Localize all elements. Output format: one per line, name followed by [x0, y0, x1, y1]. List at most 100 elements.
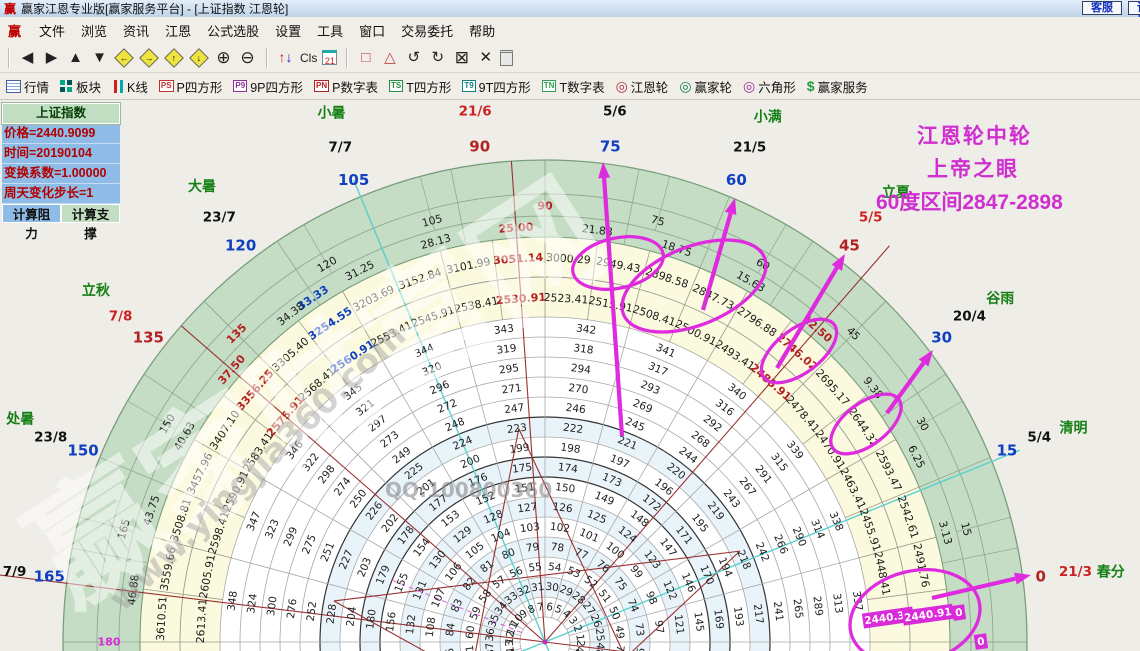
menu-item-9[interactable]: 帮助	[461, 18, 503, 43]
svg-text:55: 55	[528, 561, 543, 575]
rect-tool-icon[interactable]: □	[356, 50, 375, 65]
svg-text:60: 60	[726, 171, 747, 189]
rotate-cw-icon[interactable]: ↻	[428, 50, 447, 65]
boxed-x-icon[interactable]: ⊠	[452, 49, 471, 66]
kline-icon	[112, 79, 125, 93]
svg-text:23/7: 23/7	[203, 210, 236, 226]
ps-icon: PS	[158, 80, 174, 92]
menu-bar: 赢 文件 浏览 资讯 江恩 公式选股 设置 工具 窗口 交易委托 帮助	[0, 17, 1140, 44]
toolbar-button-9T四方形[interactable]: T9 9T四方形	[462, 77, 531, 96]
menu-item-7[interactable]: 窗口	[351, 18, 393, 43]
toolbar-button-板块[interactable]: 板块	[60, 77, 101, 96]
updown-arrows-icon[interactable]: ↑↓	[276, 50, 295, 65]
svg-text:105: 105	[338, 171, 369, 189]
svg-text:78: 78	[550, 541, 565, 555]
menu-item-1[interactable]: 浏览	[73, 18, 115, 43]
diamond-up-icon[interactable]: ↑	[164, 47, 184, 68]
svg-text:72: 72	[613, 644, 627, 651]
window-title: 赢家江恩专业版[赢家服务平台] - [上证指数 江恩轮]	[21, 2, 289, 16]
pn-icon: PN	[313, 80, 330, 92]
menu-item-2[interactable]: 资讯	[115, 18, 157, 43]
toolbar-button-label: T四方形	[406, 80, 452, 95]
toolbar-separator	[346, 47, 348, 68]
fit-view-icon[interactable]: ✕	[476, 50, 495, 65]
svg-text:135: 135	[133, 329, 164, 347]
svg-text:21/6: 21/6	[459, 104, 492, 120]
back-icon[interactable]: ◀	[18, 50, 37, 65]
p9-icon: P9	[233, 80, 248, 92]
toolbar-button-赢家服务[interactable]: $ 赢家服务	[807, 77, 868, 96]
menu-item-3[interactable]: 江恩	[157, 18, 199, 43]
toolbar-button-赢家轮[interactable]: ◎ 赢家轮	[679, 77, 732, 96]
annotation-line-2: 上帝之眼	[927, 158, 1019, 181]
toolbar-button-P四方形[interactable]: PS P四方形	[158, 77, 222, 96]
toolbar-button-label: 六角形	[758, 80, 796, 95]
svg-text:21/3: 21/3	[1059, 564, 1092, 580]
menu-item-4[interactable]: 公式选股	[199, 18, 267, 43]
toolbar-button-江恩轮[interactable]: ◎ 江恩轮	[616, 77, 669, 96]
rotate-ccw-icon[interactable]: ↺	[404, 50, 423, 65]
toolbar-button-行情[interactable]: 行情	[6, 77, 49, 96]
clear-tool-icon[interactable]	[500, 49, 514, 66]
quote-table-icon	[6, 79, 21, 93]
toolbar-button-label: 赢家轮	[694, 80, 733, 95]
diamond-left-icon[interactable]: ←	[114, 47, 134, 68]
pointer-down-icon[interactable]: ▼	[90, 50, 109, 65]
diamond-right-icon[interactable]: →	[139, 47, 159, 68]
pointer-up-icon[interactable]: ▲	[66, 50, 85, 65]
svg-text:21/5: 21/5	[733, 140, 766, 156]
svg-text:清明: 清明	[1059, 419, 1087, 436]
toolbar-separator	[266, 47, 267, 68]
svg-text:60: 60	[464, 625, 478, 640]
zoom-out-icon[interactable]: ⊖	[238, 49, 257, 66]
toolbar-separator	[8, 47, 9, 68]
toolbar-button-9P四方形[interactable]: P9 9P四方形	[233, 77, 303, 96]
customer-service-button[interactable]: 客服	[1082, 1, 1122, 15]
chart-type-toolbar: 行情 板块 K线 PS P四方形 P9 9P四方形 PN P数字表 TS T四方形 T9 9T四方形 TN…	[0, 73, 1140, 100]
svg-text:7/7: 7/7	[328, 140, 352, 156]
svg-text:0: 0	[1036, 568, 1046, 586]
svg-text:49: 49	[613, 625, 627, 640]
toolbar-button-T数字表[interactable]: TN T数字表	[541, 77, 605, 96]
toolbar-button-label: 行情	[24, 80, 50, 95]
svg-text:73: 73	[632, 622, 646, 637]
svg-text:立秋: 立秋	[82, 282, 111, 299]
svg-text:5/4: 5/4	[1027, 429, 1051, 445]
triangle-tool-icon[interactable]: △	[380, 50, 399, 65]
service-icon: $	[806, 78, 815, 94]
title-bar: 赢 赢家江恩专业版[赢家服务平台] - [上证指数 江恩轮] 客服 论坛	[0, 0, 1140, 27]
forward-icon[interactable]: ▶	[42, 50, 61, 65]
coefficient-row: 变换系数=1.00000	[2, 164, 120, 184]
toolbar-button-label: 赢家服务	[817, 80, 868, 95]
svg-text:31: 31	[530, 581, 545, 595]
calc-resistance-button[interactable]: 计算阻力	[2, 204, 61, 241]
zoom-in-icon[interactable]: ⊕	[214, 49, 233, 66]
svg-text:5/6: 5/6	[603, 104, 627, 120]
svg-text:75: 75	[600, 137, 621, 155]
menu-item-8[interactable]: 交易委托	[393, 18, 461, 43]
svg-text:120: 120	[225, 236, 256, 254]
svg-text:45: 45	[839, 236, 860, 254]
diamond-down-icon[interactable]: ↓	[189, 47, 209, 68]
toolbar-button-T四方形[interactable]: TS T四方形	[388, 77, 452, 96]
menu-item-5[interactable]: 设置	[267, 18, 309, 43]
toolbar-button-label: P数字表	[332, 80, 378, 95]
toolbar-button-P数字表[interactable]: PN P数字表	[313, 77, 378, 96]
svg-text:96: 96	[632, 647, 646, 651]
svg-text:84: 84	[444, 622, 458, 637]
forum-button[interactable]: 论坛	[1128, 1, 1140, 27]
toolbar-button-六角形[interactable]: ◎ 六角形	[743, 77, 796, 96]
calc-support-button[interactable]: 计算支撑	[61, 204, 120, 241]
app-window: { "window": { "title": "赢家江恩专业版[赢家服务平台] …	[0, 0, 1140, 651]
tn-icon: TN	[541, 80, 557, 92]
menu-item-0[interactable]: 文件	[31, 18, 73, 43]
time-row: 时间=20190104	[2, 144, 120, 164]
svg-text:36: 36	[484, 627, 498, 642]
menu-item-6[interactable]: 工具	[309, 18, 351, 43]
svg-text:处暑: 处暑	[5, 410, 34, 427]
cls-icon[interactable]: Cls	[300, 51, 317, 65]
app-logo-icon: 赢	[4, 2, 17, 16]
calendar-icon[interactable]: 21	[322, 50, 338, 66]
drawing-toolbar: ◀ ▶ ▲ ▼ ← → ↑ ↓ ⊕ ⊖ ↑↓ Cls 21 □ △ ↺ ↻ ⊠ ✕	[0, 43, 1140, 73]
toolbar-button-K线[interactable]: K线	[112, 77, 148, 96]
